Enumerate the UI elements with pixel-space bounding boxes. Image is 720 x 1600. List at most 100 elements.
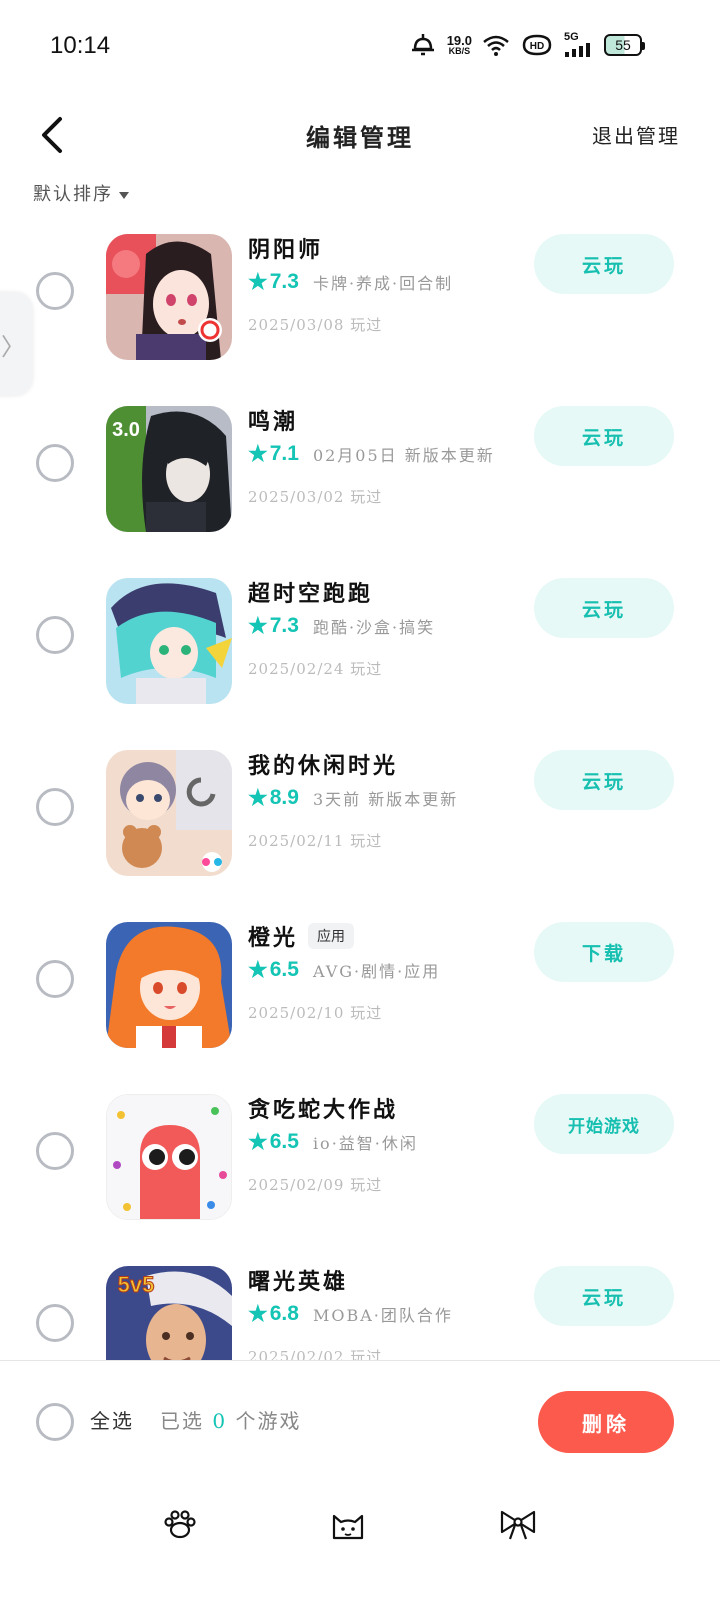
game-name-line: 鸣潮: [248, 404, 298, 436]
meta-line: ★ 6.8 MOBA·团队合作: [248, 1302, 453, 1326]
meta-line: ★ 6.5 io·益智·休闲: [248, 1130, 418, 1154]
game-icon-chengguang: [106, 922, 232, 1048]
game-name: 超时空跑跑: [248, 581, 374, 607]
game-list[interactable]: 阴阳师 ★ 7.3 卡牌·养成·回合制 2025/03/08 玩过 云玩 3.0…: [0, 232, 720, 1360]
star-icon: ★: [248, 785, 268, 810]
game-name: 我的休闲时光: [248, 753, 399, 779]
game-name-line: 我的休闲时光: [248, 748, 398, 780]
game-icon-chaoshikong: [106, 578, 232, 704]
cloud-play-button[interactable]: 云玩: [534, 234, 674, 294]
hd-icon: HD: [520, 33, 554, 57]
app-tag-badge: 应用: [308, 923, 355, 949]
rating: ★ 8.9: [248, 786, 299, 810]
wifi-icon: [482, 33, 510, 57]
selected-count-info: 已选 0 个游戏: [160, 1405, 301, 1434]
game-tags: 卡牌·养成·回合制: [312, 274, 454, 293]
cloud-play-button[interactable]: 云玩: [534, 1266, 674, 1326]
game-icon-xiuxian: [106, 750, 232, 876]
meta-line: ★ 7.3 卡牌·养成·回合制: [248, 270, 453, 294]
list-item[interactable]: 我的休闲时光 ★ 8.9 3天前 新版本更新 2025/02/11 玩过 云玩: [0, 736, 720, 908]
icon-badge-text: 5v5: [118, 1272, 155, 1297]
status-time: 10:14: [50, 32, 111, 59]
sort-dropdown[interactable]: 默认排序: [33, 180, 129, 206]
rating-value: 7.3: [269, 270, 299, 293]
rating: ★ 7.3: [248, 270, 299, 294]
meta-line: ★ 7.3 跑酷·沙盒·搞笑: [248, 614, 435, 638]
game-icon-tanchishe: [106, 1094, 232, 1220]
game-tags: io·益智·休闲: [312, 1134, 418, 1153]
selected-count: 0: [212, 1409, 228, 1433]
game-icon-mingchao: 3.0: [106, 406, 232, 532]
rating-value: 6.8: [269, 1302, 299, 1325]
select-all-label[interactable]: 全选: [90, 1405, 134, 1434]
game-name-line: 阴阳师: [248, 232, 323, 264]
caret-down-icon: [119, 191, 129, 199]
selected-suffix: 个游戏: [227, 1409, 302, 1433]
row-checkbox[interactable]: [36, 788, 74, 826]
bow-icon[interactable]: [498, 1508, 538, 1542]
star-icon: ★: [248, 1129, 268, 1154]
meta-line: ★ 8.9 3天前 新版本更新: [248, 786, 458, 810]
game-name: 橙光: [248, 925, 299, 951]
row-checkbox[interactable]: [36, 1132, 74, 1170]
header: 编辑管理 退出管理: [0, 100, 720, 170]
bottom-action-bar: 全选 已选 0 个游戏 删除: [0, 1360, 720, 1480]
cloud-play-button[interactable]: 云玩: [534, 750, 674, 810]
rating-value: 8.9: [269, 786, 299, 809]
cloud-play-button[interactable]: 云玩: [534, 406, 674, 466]
rating-value: 7.1: [269, 442, 299, 465]
side-drawer-handle[interactable]: 〉: [0, 292, 32, 396]
rating: ★ 6.8: [248, 1302, 299, 1326]
list-item[interactable]: 5v5 曙光英雄 ★ 6.8 MOBA·团队合作 2025/02/02 玩过 云玩: [0, 1252, 720, 1360]
battery-icon: 55: [604, 33, 645, 56]
rating: ★ 6.5: [248, 1130, 299, 1154]
game-tags: 02月05日 新版本更新: [312, 446, 495, 465]
game-tags: 3天前 新版本更新: [312, 790, 459, 809]
list-item[interactable]: 贪吃蛇大作战 ★ 6.5 io·益智·休闲 2025/02/09 玩过 开始游戏: [0, 1080, 720, 1252]
rating-value: 6.5: [269, 958, 299, 981]
status-bar: 10:14 19.0 KB/S HD 5G 55: [0, 0, 720, 96]
played-date: 2025/02/09 玩过: [248, 1176, 383, 1194]
cloud-play-button[interactable]: 云玩: [534, 578, 674, 638]
start-game-button[interactable]: 开始游戏: [534, 1094, 674, 1154]
game-name-line: 曙光英雄: [248, 1264, 348, 1296]
game-name: 鸣潮: [248, 409, 299, 435]
rating-value: 7.3: [269, 614, 299, 637]
rating-value: 6.5: [269, 1130, 299, 1153]
alarm-icon: [409, 33, 437, 57]
rating: ★ 6.5: [248, 958, 299, 982]
list-item[interactable]: 3.0 鸣潮 ★ 7.1 02月05日 新版本更新 2025/03/02 玩过 云…: [0, 392, 720, 564]
select-all-checkbox[interactable]: [36, 1403, 74, 1441]
row-checkbox[interactable]: [36, 444, 74, 482]
list-item[interactable]: 超时空跑跑 ★ 7.3 跑酷·沙盒·搞笑 2025/02/24 玩过 云玩: [0, 564, 720, 736]
played-date: 2025/02/02 玩过: [248, 1348, 383, 1360]
game-name-line: 超时空跑跑: [248, 576, 373, 608]
download-button[interactable]: 下载: [534, 922, 674, 982]
chevron-right-icon: 〉: [1, 332, 25, 361]
system-nav-bar: [0, 1480, 720, 1600]
played-date: 2025/02/10 玩过: [248, 1004, 383, 1022]
game-tags: 跑酷·沙盒·搞笑: [312, 618, 436, 637]
exit-manage-button[interactable]: 退出管理: [592, 120, 680, 149]
game-name: 阴阳师: [248, 237, 324, 263]
rating: ★ 7.3: [248, 614, 299, 638]
delete-button[interactable]: 删除: [538, 1391, 674, 1453]
net-speed-value: 19.0: [446, 32, 472, 48]
cat-icon[interactable]: [328, 1508, 368, 1542]
row-checkbox[interactable]: [36, 1304, 74, 1342]
row-checkbox[interactable]: [36, 616, 74, 654]
row-checkbox[interactable]: [36, 272, 74, 310]
list-item[interactable]: 阴阳师 ★ 7.3 卡牌·养成·回合制 2025/03/08 玩过 云玩: [0, 232, 720, 392]
played-date: 2025/03/02 玩过: [248, 488, 383, 506]
net-speed: 19.0 KB/S: [447, 34, 472, 56]
rating: ★ 7.1: [248, 442, 299, 466]
star-icon: ★: [248, 1301, 268, 1326]
status-icons: 19.0 KB/S HD 5G 55: [409, 32, 645, 57]
game-tags: MOBA·团队合作: [312, 1306, 453, 1325]
row-checkbox[interactable]: [36, 960, 74, 998]
game-tags: AVG·剧情·应用: [312, 962, 441, 981]
net-speed-unit: KB/S: [448, 45, 471, 56]
list-item[interactable]: 橙光 应用 ★ 6.5 AVG·剧情·应用 2025/02/10 玩过 下载: [0, 908, 720, 1080]
paw-icon[interactable]: [160, 1508, 200, 1542]
star-icon: ★: [248, 957, 268, 982]
